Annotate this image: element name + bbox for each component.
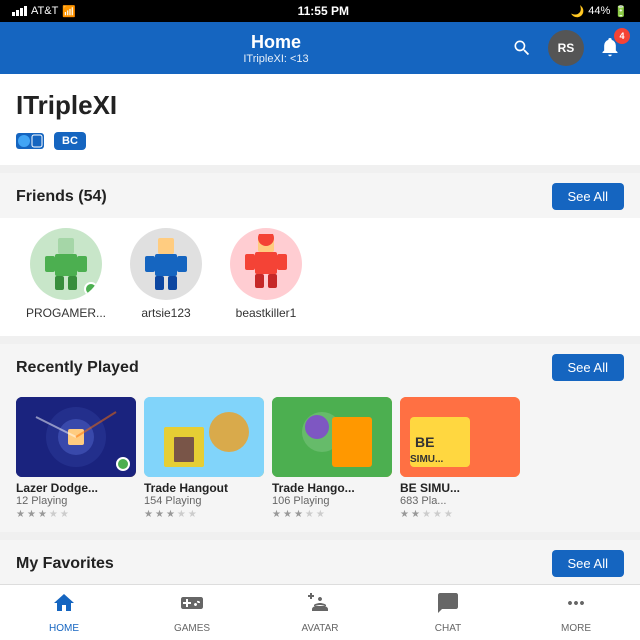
game-thumbnail (144, 397, 264, 477)
favorites-section: My Favorites See All PILOT (0, 540, 640, 584)
favorites-title: My Favorites (16, 555, 114, 573)
robux-button[interactable]: RS (548, 30, 584, 66)
profile-section: ITripleXI BC (0, 74, 640, 165)
friend-avatar (130, 228, 202, 300)
more-label: MORE (561, 623, 591, 634)
game-thumbnail: BE SIMU... (400, 397, 520, 477)
online-indicator (84, 282, 98, 296)
builders-club-icon (16, 129, 48, 153)
svg-text:SIMU...: SIMU... (410, 454, 444, 465)
status-bar: AT&T 📶 11:55 PM 🌙 44% 🔋 (0, 0, 640, 22)
roblox-character-gray (141, 234, 191, 294)
game-name: Trade Hango... (272, 481, 392, 495)
roblox-character-green (41, 234, 91, 294)
game-art-trade2 (272, 397, 392, 477)
game-stars: ★★★★★ (16, 509, 136, 520)
friend-item[interactable]: beastkiller1 (216, 228, 316, 320)
game-count: 154 Playing (144, 495, 264, 507)
status-right: 🌙 44% 🔋 (571, 5, 628, 18)
friend-item[interactable]: artsie123 (116, 228, 216, 320)
game-stars: ★★★★★ (272, 509, 392, 520)
content-area: ITripleXI BC Friends (54) See All (0, 74, 640, 584)
games-icon (180, 591, 204, 621)
game-name: Lazer Dodge... (16, 481, 136, 495)
game-card[interactable]: Trade Hangout 154 Playing ★★★★★ (144, 397, 264, 520)
header-title-main: Home (243, 32, 308, 53)
home-icon (52, 591, 76, 621)
friends-title: Friends (54) (16, 188, 107, 206)
svg-text:BE: BE (415, 434, 434, 450)
roblox-character-red (241, 234, 291, 294)
more-icon (564, 591, 588, 621)
wifi-icon: 📶 (62, 5, 76, 18)
profile-badges: BC (16, 129, 624, 153)
nav-more[interactable]: MORE (512, 585, 640, 640)
status-time: 11:55 PM (298, 4, 349, 18)
game-count: 106 Playing (272, 495, 392, 507)
friend-name: beastkiller1 (236, 306, 297, 320)
bc-badge: BC (54, 132, 86, 150)
game-card[interactable]: BE SIMU... BE SIMU... 683 Pla... ★★★★★ (400, 397, 520, 520)
friend-avatar (230, 228, 302, 300)
recently-played-header: Recently Played See All (0, 344, 640, 389)
friend-item[interactable]: PROGAMER... (16, 228, 116, 320)
game-card[interactable]: Trade Hango... 106 Playing ★★★★★ (272, 397, 392, 520)
nav-games[interactable]: GAMES (128, 585, 256, 640)
profile-username: ITripleXI (16, 90, 624, 121)
recently-played-title: Recently Played (16, 359, 139, 377)
friends-see-all-button[interactable]: See All (552, 183, 624, 210)
status-left: AT&T 📶 (12, 5, 76, 18)
friends-row: PROGAMER... artsie123 (0, 218, 640, 336)
game-name: BE SIMU... (400, 481, 520, 495)
battery-icon: 🔋 (614, 5, 628, 18)
game-count: 683 Pla... (400, 495, 520, 507)
chat-label: CHAT (435, 623, 461, 634)
notifications-button[interactable]: 4 (592, 30, 628, 66)
game-stars: ★★★★★ (144, 509, 264, 520)
moon-icon: 🌙 (571, 5, 585, 18)
bottom-navigation: HOME GAMES AVATAR CHAT MORE (0, 584, 640, 640)
avatar-label: AVATAR (301, 623, 338, 634)
game-art-trade (144, 397, 264, 477)
header-title: Home ITripleXI: <13 (243, 32, 308, 65)
friends-section: Friends (54) See All PROGAMER... (0, 173, 640, 336)
header-subtitle: ITripleXI: <13 (243, 53, 308, 65)
battery-label: 44% (588, 5, 610, 17)
recently-played-see-all-button[interactable]: See All (552, 354, 624, 381)
signal-bars (12, 6, 27, 16)
friend-name: PROGAMER... (26, 306, 106, 320)
notification-badge: 4 (614, 28, 630, 44)
game-name: Trade Hangout (144, 481, 264, 495)
nav-home[interactable]: HOME (0, 585, 128, 640)
game-stars: ★★★★★ (400, 509, 520, 520)
recently-played-section: Recently Played See All Lazer Dod (0, 344, 640, 532)
games-label: GAMES (174, 623, 210, 634)
avatar-icon (308, 591, 332, 621)
game-thumbnail (16, 397, 136, 477)
nav-chat[interactable]: CHAT (384, 585, 512, 640)
favorites-section-header: My Favorites See All (0, 540, 640, 584)
game-card[interactable]: Lazer Dodge... 12 Playing ★★★★★ (16, 397, 136, 520)
header-icons: RS 4 (504, 30, 628, 66)
chat-icon (436, 591, 460, 621)
nav-avatar[interactable]: AVATAR (256, 585, 384, 640)
carrier-label: AT&T (31, 5, 58, 17)
game-count: 12 Playing (16, 495, 136, 507)
search-button[interactable] (504, 30, 540, 66)
header: Home ITripleXI: <13 RS 4 (0, 22, 640, 74)
game-art-simu: BE SIMU... (400, 397, 520, 477)
recently-played-row: Lazer Dodge... 12 Playing ★★★★★ Trade Ha… (0, 389, 640, 532)
game-online-dot (116, 457, 130, 471)
home-label: HOME (49, 623, 79, 634)
favorites-see-all-button[interactable]: See All (552, 550, 624, 577)
game-thumbnail (272, 397, 392, 477)
friends-section-header: Friends (54) See All (0, 173, 640, 218)
friend-name: artsie123 (141, 306, 190, 320)
friend-avatar (30, 228, 102, 300)
